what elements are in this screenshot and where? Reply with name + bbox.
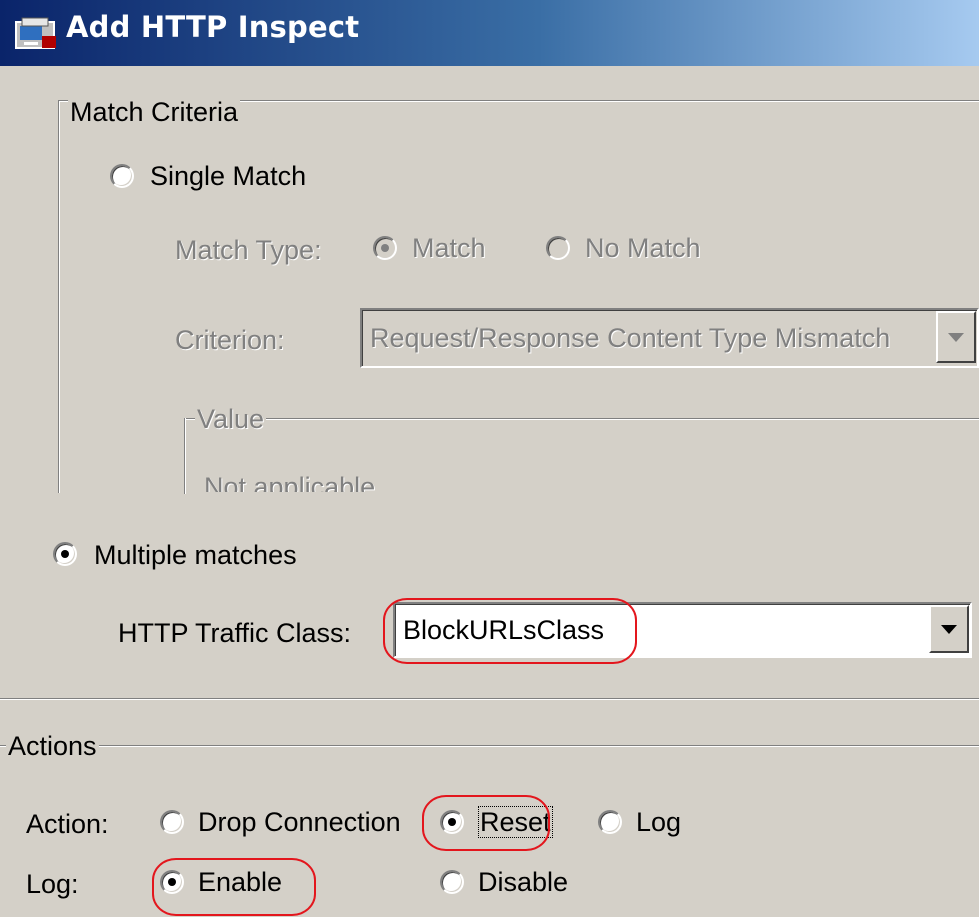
single-match-radio[interactable] [110, 164, 134, 188]
action-log-label[interactable]: Log [636, 806, 681, 838]
title-bar[interactable]: Add HTTP Inspect [0, 0, 979, 66]
value-group-top-line [184, 418, 979, 419]
app-window-icon [15, 17, 56, 49]
action-drop-connection-radio[interactable] [160, 810, 184, 834]
value-legend: Value [195, 404, 267, 434]
reset-highlight [422, 795, 550, 851]
criterion-label: Criterion: [175, 325, 285, 355]
match-type-match-radio[interactable] [373, 236, 397, 260]
action-label: Action: [26, 809, 109, 839]
log-disable-radio[interactable] [440, 870, 464, 894]
actions-group-top-line [0, 745, 979, 746]
radio-selected-dot [61, 550, 69, 558]
chevron-down-icon [941, 625, 957, 634]
value-text-clip: Not applicable [200, 470, 600, 492]
multiple-matches-radio[interactable] [53, 542, 77, 566]
http-traffic-class-dropdown-button[interactable] [929, 605, 969, 653]
http-traffic-class-label: HTTP Traffic Class: [118, 618, 352, 648]
actions-legend: Actions [6, 731, 99, 761]
single-match-label[interactable]: Single Match [150, 160, 306, 192]
enable-highlight [152, 858, 316, 916]
window-title: Add HTTP Inspect [66, 10, 360, 44]
log-disable-label[interactable]: Disable [478, 866, 568, 898]
multiple-matches-label[interactable]: Multiple matches [94, 539, 297, 571]
radio-selected-dot [381, 244, 389, 252]
match-type-label: Match Type: [175, 235, 322, 265]
action-log-radio[interactable] [598, 810, 622, 834]
action-drop-connection-label[interactable]: Drop Connection [198, 806, 401, 838]
value-group-left-line [184, 418, 185, 494]
match-criteria-legend: Match Criteria [68, 97, 241, 127]
match-type-no-match-label[interactable]: No Match [585, 232, 701, 264]
value-text: Not applicable [204, 472, 376, 492]
chevron-down-icon [948, 333, 964, 342]
log-label: Log: [26, 869, 79, 899]
match-type-no-match-radio[interactable] [546, 236, 570, 260]
criterion-value: Request/Response Content Type Mismatch [370, 323, 891, 353]
match-criteria-group [58, 100, 979, 493]
criterion-dropdown-button[interactable] [936, 311, 976, 363]
traffic-class-highlight [383, 598, 637, 664]
section-separator [0, 698, 979, 699]
match-type-match-label[interactable]: Match [412, 232, 486, 264]
criterion-combo[interactable]: Request/Response Content Type Mismatch [360, 308, 979, 368]
